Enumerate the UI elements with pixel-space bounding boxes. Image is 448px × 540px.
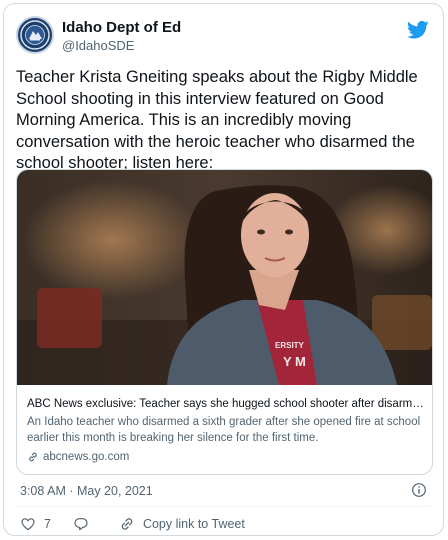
link-preview-card[interactable]: ERSITY Y M ABC News exclusive: Teacher s… (16, 169, 433, 475)
action-bar: 7 Copy link to Tweet (20, 514, 267, 534)
link-icon (29, 452, 37, 462)
like-button[interactable]: 7 (20, 516, 51, 532)
link-icon (121, 518, 133, 530)
svg-text:Y M: Y M (283, 354, 306, 369)
twitter-bird-icon[interactable] (407, 20, 429, 40)
card-title[interactable]: ABC News exclusive: Teacher says she hug… (27, 396, 425, 412)
heart-icon (21, 518, 35, 531)
card-domain-text: abcnews.go.com (43, 451, 130, 463)
account-handle[interactable]: @IdahoSDE (62, 38, 134, 53)
reply-icon (74, 518, 88, 531)
info-icon[interactable] (411, 482, 427, 498)
like-count: 7 (44, 517, 51, 531)
divider (16, 506, 431, 507)
tweet-card: Idaho Dept of Ed @IdahoSDE Teacher Krist… (3, 3, 444, 536)
avatar[interactable] (16, 16, 54, 54)
card-description: An Idaho teacher who disarmed a sixth gr… (27, 416, 421, 444)
copy-link-label: Copy link to Tweet (142, 517, 245, 531)
account-name[interactable]: Idaho Dept of Ed (62, 19, 181, 36)
tweet-header: Idaho Dept of Ed @IdahoSDE (16, 16, 431, 56)
tweet-text: Teacher Krista Gneiting speaks about the… (16, 68, 418, 172)
card-domain[interactable]: abcnews.go.com (27, 449, 425, 465)
tweet-timestamp[interactable]: 3:08 AM · May 20, 2021 (20, 484, 153, 498)
copy-link-button[interactable]: Copy link to Tweet (119, 516, 245, 532)
reply-button[interactable] (73, 516, 97, 532)
card-meta: ABC News exclusive: Teacher says she hug… (27, 396, 425, 465)
svg-text:ERSITY: ERSITY (275, 341, 305, 350)
seal-logo-icon (20, 20, 50, 50)
article-thumbnail: ERSITY Y M (17, 170, 432, 385)
